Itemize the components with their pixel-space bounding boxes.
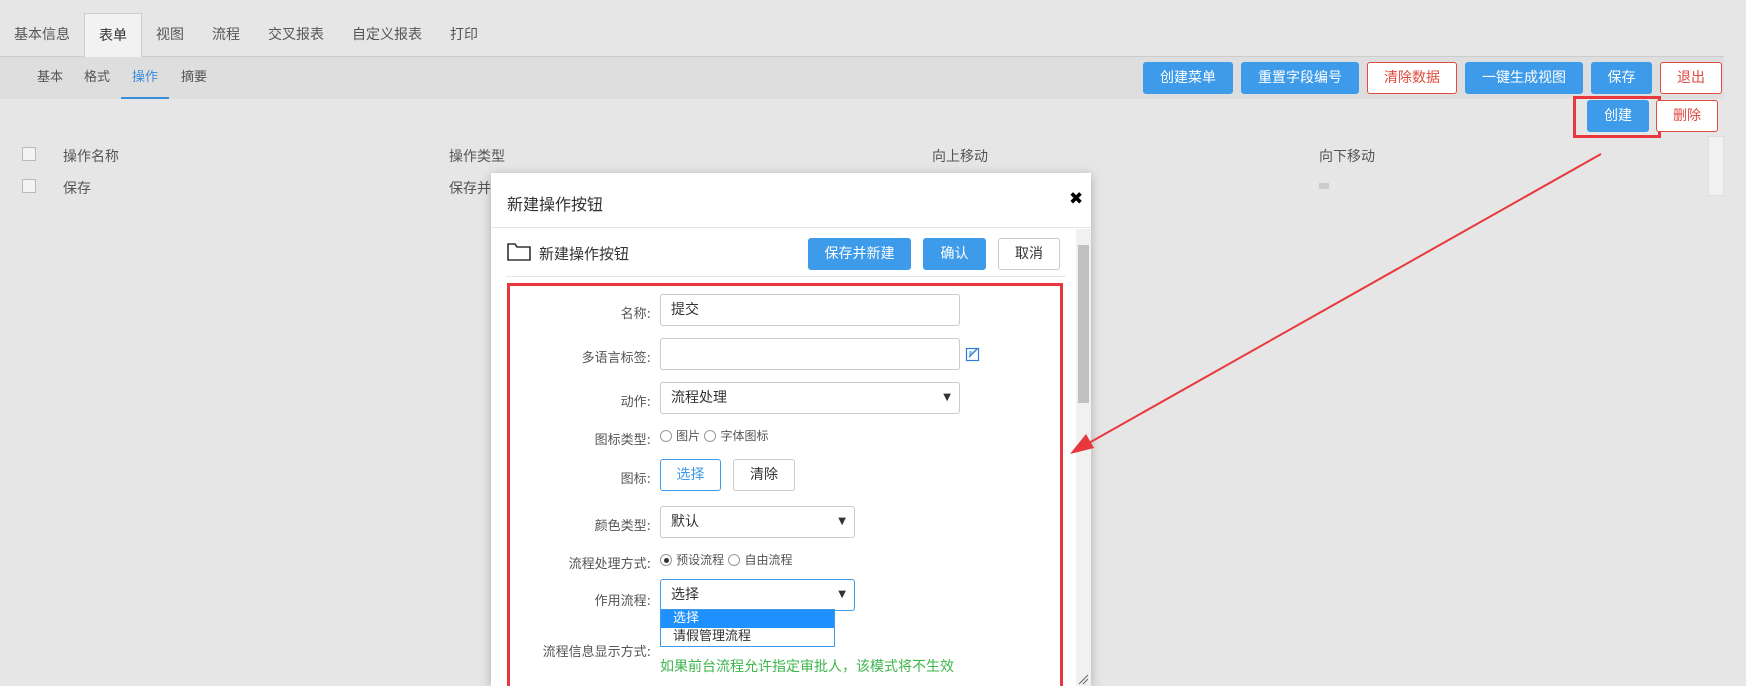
annotation-arrow bbox=[1070, 153, 1602, 454]
